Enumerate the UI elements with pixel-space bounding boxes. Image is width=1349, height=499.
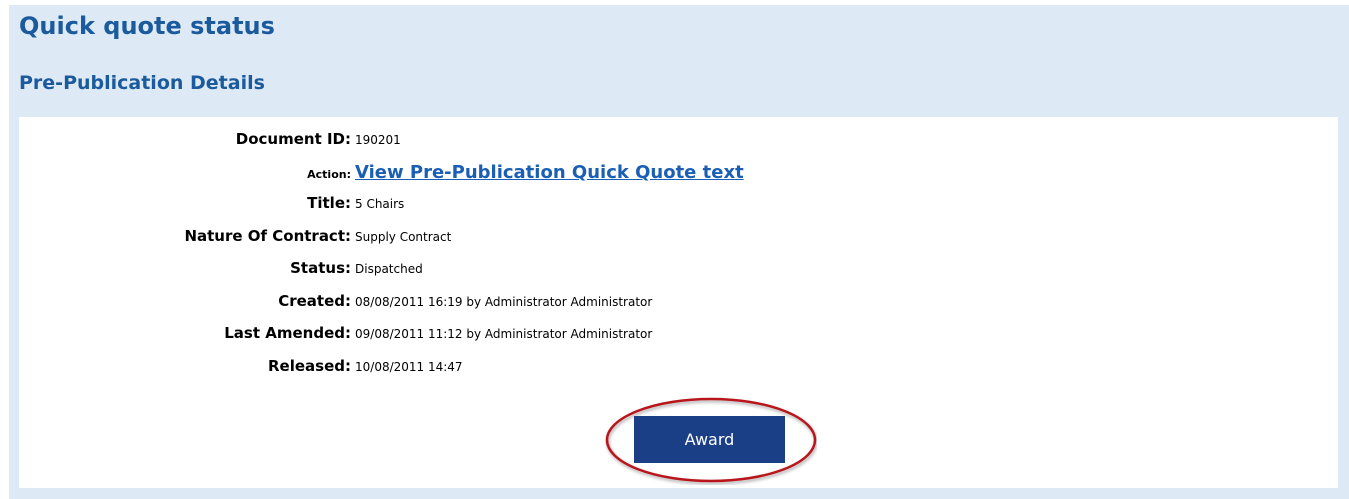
- section-title: Pre-Publication Details: [19, 72, 265, 94]
- released-label: Released:: [268, 357, 351, 375]
- document-id-label: Document ID:: [235, 130, 351, 148]
- last-amended-label: Last Amended:: [224, 324, 351, 342]
- detail-row-action: Action: View Pre-Publication Quick Quote…: [19, 162, 1338, 184]
- status-value: Dispatched: [355, 262, 423, 276]
- created-label: Created:: [278, 292, 351, 310]
- detail-row-status: Status: Dispatched: [19, 258, 1338, 280]
- award-button-area: Award: [605, 395, 817, 485]
- award-button[interactable]: Award: [634, 416, 785, 463]
- created-value: 08/08/2011 16:19 by Administrator Admini…: [355, 295, 653, 309]
- nature-of-contract-value: Supply Contract: [355, 230, 452, 244]
- detail-row-document-id: Document ID: 190201: [19, 129, 1338, 151]
- title-value: 5 Chairs: [355, 197, 405, 211]
- title-label: Title:: [307, 194, 351, 212]
- last-amended-value: 09/08/2011 11:12 by Administrator Admini…: [355, 327, 653, 341]
- action-label: Action:: [307, 168, 351, 181]
- view-quick-quote-text-link[interactable]: View Pre-Publication Quick Quote text: [355, 162, 744, 183]
- status-label: Status:: [290, 259, 351, 277]
- detail-row-nature-of-contract: Nature Of Contract: Supply Contract: [19, 226, 1338, 248]
- page-title: Quick quote status: [19, 12, 275, 40]
- detail-row-title: Title: 5 Chairs: [19, 193, 1338, 215]
- released-value: 10/08/2011 14:47: [355, 360, 463, 374]
- document-id-value: 190201: [355, 133, 401, 147]
- nature-of-contract-label: Nature Of Contract:: [184, 227, 351, 245]
- detail-row-created: Created: 08/08/2011 16:19 by Administrat…: [19, 291, 1338, 313]
- page-container: Quick quote status Pre-Publication Detai…: [9, 5, 1349, 499]
- detail-row-released: Released: 10/08/2011 14:47: [19, 356, 1338, 378]
- detail-row-last-amended: Last Amended: 09/08/2011 11:12 by Admini…: [19, 323, 1338, 345]
